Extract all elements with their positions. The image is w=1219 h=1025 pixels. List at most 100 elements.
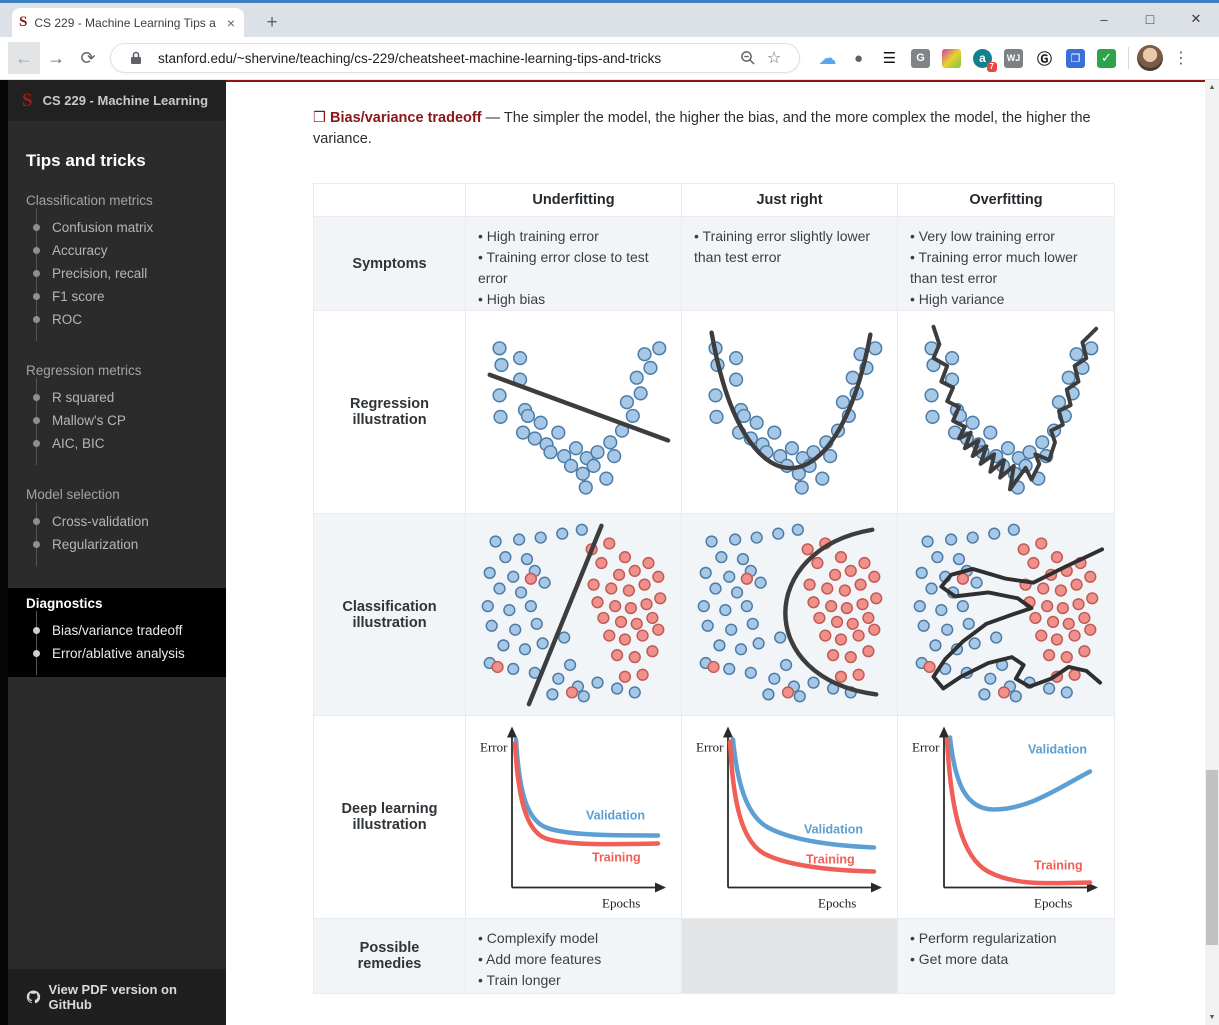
sidebar-item[interactable]: Bias/variance tradeoff [32, 619, 226, 642]
profile-avatar[interactable] [1137, 45, 1163, 71]
bullet-item: • Perform regularization [910, 930, 1057, 946]
bullet-item: • Complexify model [478, 930, 599, 946]
scrollbar-thumb[interactable] [1206, 770, 1218, 945]
section-label[interactable]: Model selection [8, 487, 226, 502]
wsj-extension-icon[interactable]: WJ [1000, 46, 1027, 70]
column-header-underfitting: Underfitting [466, 184, 682, 217]
reload-button[interactable]: ⟳ [72, 42, 104, 74]
back-button[interactable]: ← [8, 42, 40, 74]
wsj-extension-glyph: WJ [1004, 48, 1023, 68]
data-point [481, 599, 494, 612]
sidebar-item[interactable]: Regularization [32, 533, 226, 556]
data-point [586, 577, 600, 591]
minimize-button[interactable]: – [1081, 3, 1127, 35]
validation-label: Validation [586, 809, 645, 823]
scholar-extension-icon[interactable]: Ⓖ [1031, 46, 1058, 70]
column-header-just-right: Just right [682, 184, 898, 217]
g-extension-icon[interactable]: G [907, 46, 934, 70]
sidebar-item[interactable]: Mallow's CP [32, 409, 226, 432]
bookmark-star-icon[interactable]: ☆ [761, 48, 787, 68]
column-header-overfitting: Overfitting [898, 184, 1115, 217]
layers-extension-icon[interactable]: ☰ [876, 46, 903, 70]
data-point [491, 388, 507, 403]
forward-button[interactable]: → [40, 42, 72, 74]
data-point [542, 445, 558, 460]
data-point [983, 425, 998, 440]
data-point [952, 552, 966, 565]
data-point [944, 350, 960, 366]
data-point [1035, 536, 1048, 550]
data-point [628, 650, 641, 663]
scroll-up-arrow[interactable]: ▲ [1205, 80, 1219, 95]
sidebar-item[interactable]: Error/ablative analysis [32, 642, 226, 665]
data-point [990, 630, 1003, 644]
sidebar-item[interactable]: Precision, recall [32, 262, 226, 285]
close-button[interactable]: ✕ [1173, 3, 1219, 35]
section-label[interactable]: Classification metrics [8, 193, 226, 208]
data-point [867, 341, 882, 356]
section-items: Bias/variance tradeoff Error/ablative ana… [32, 611, 226, 675]
data-point [944, 532, 958, 546]
zoom-out-icon[interactable] [735, 50, 761, 66]
sidebar-item[interactable]: F1 score [32, 285, 226, 308]
annotator-extension-icon[interactable]: a7 [969, 46, 997, 72]
new-tab-button[interactable]: + [258, 11, 286, 35]
pdf-github-link[interactable]: View PDF version on GitHub [8, 969, 226, 1025]
maximize-button[interactable]: □ [1127, 3, 1173, 35]
data-point [814, 471, 829, 486]
data-point [707, 388, 723, 403]
data-point [861, 611, 875, 624]
data-point [867, 623, 880, 636]
data-point [557, 630, 570, 644]
data-point [923, 660, 936, 673]
data-point [490, 660, 504, 673]
data-point [846, 617, 859, 630]
section-items: R squared Mallow's CP AIC, BIC [32, 378, 226, 465]
data-point [867, 570, 880, 583]
data-point [622, 583, 635, 597]
data-point [956, 599, 970, 612]
bullet-item: • Add more features [478, 951, 602, 967]
sidebar-item[interactable]: ROC [32, 308, 226, 331]
section-label[interactable]: Diagnostics [8, 596, 226, 611]
data-point [1084, 570, 1097, 583]
scroll-down-arrow[interactable]: ▼ [1205, 1010, 1219, 1025]
browser-tab[interactable]: S CS 229 - Machine Learning Tips a × [12, 8, 244, 37]
deep-learning-overfitting-plot: Error Epochs Validation Training [912, 726, 1098, 911]
url-text[interactable]: stanford.edu/~shervine/teaching/cs-229/c… [158, 51, 735, 66]
chrome-menu-icon[interactable]: ⋮ [1173, 48, 1189, 68]
notes-extension-icon[interactable]: ❐ [1062, 46, 1089, 70]
data-point [1072, 597, 1085, 610]
github-icon [26, 990, 41, 1004]
data-point [1062, 617, 1075, 630]
sidebar-item[interactable]: Cross-validation [32, 510, 226, 533]
data-point [590, 595, 604, 608]
data-point [855, 597, 869, 610]
sidebar-item[interactable]: AIC, BIC [32, 432, 226, 455]
tab-close-icon[interactable]: × [225, 15, 237, 31]
sidebar-item[interactable]: Accuracy [32, 239, 226, 262]
cloud-extension-icon[interactable]: ☁ [814, 46, 841, 70]
page-scrollbar[interactable]: ▲ ▼ [1205, 80, 1219, 1025]
circle-extension-icon[interactable]: ● [845, 46, 872, 70]
cube-extension-icon[interactable] [938, 46, 965, 70]
sidebar-item[interactable]: R squared [32, 386, 226, 409]
sidebar-item[interactable]: Confusion matrix [32, 216, 226, 239]
bullet-item: • Get more data [910, 951, 1009, 967]
data-point [537, 576, 551, 589]
sidebar-course-title: CS 229 - Machine Learning [42, 93, 209, 108]
bullet-item: • Training error much lower than test er… [910, 249, 1078, 286]
browser-window: S CS 229 - Machine Learning Tips a × + –… [0, 0, 1219, 1025]
sidebar-header[interactable]: S CS 229 - Machine Learning [8, 80, 226, 121]
data-point [753, 576, 767, 589]
data-point [533, 415, 548, 430]
data-point [826, 648, 839, 661]
data-point [645, 644, 659, 657]
address-bar[interactable]: stanford.edu/~shervine/teaching/cs-229/c… [110, 43, 800, 73]
data-point [598, 471, 613, 486]
section-label[interactable]: Regression metrics [8, 363, 226, 378]
data-point [820, 581, 833, 595]
data-point [642, 360, 658, 376]
check-extension-icon[interactable]: ✓ [1093, 46, 1120, 70]
data-point [492, 581, 506, 595]
